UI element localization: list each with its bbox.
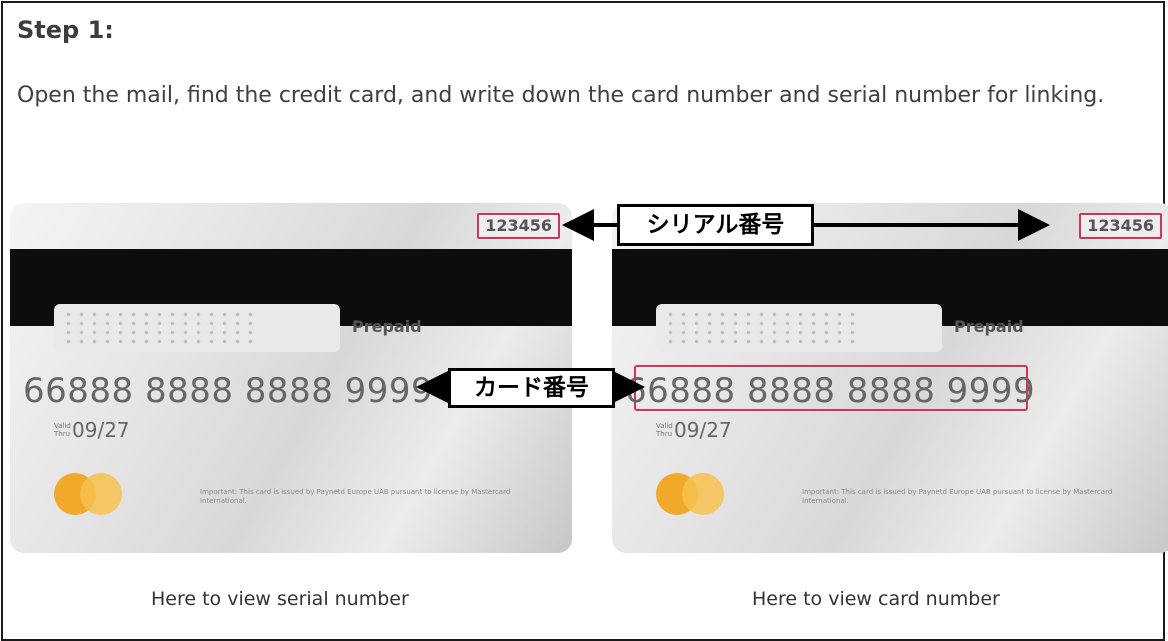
serial-number-callout: シリアル番号 <box>617 204 814 246</box>
caption-serial-number: Here to view serial number <box>151 588 409 610</box>
annotation-arrows <box>416 209 1050 403</box>
card-number-callout: カード番号 <box>448 368 615 408</box>
caption-card-number: Here to view card number <box>752 588 1000 610</box>
